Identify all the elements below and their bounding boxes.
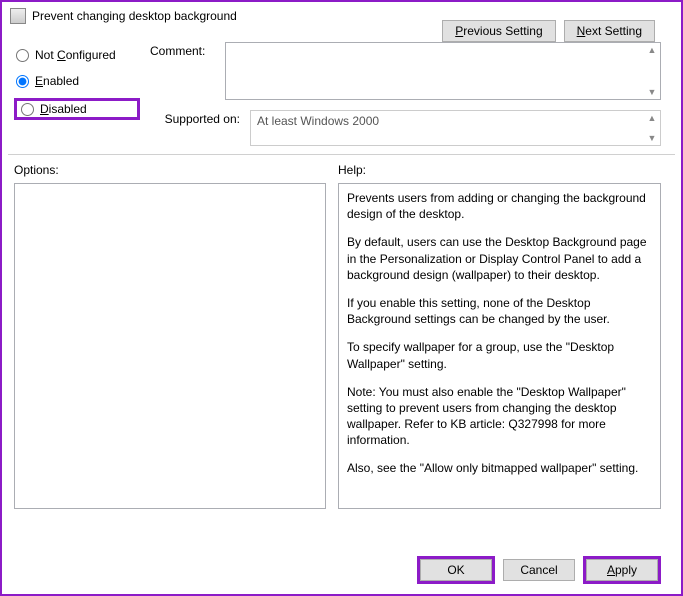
help-p2: By default, users can use the Desktop Ba… bbox=[347, 234, 652, 283]
highlight-apply: Apply bbox=[583, 556, 661, 584]
options-label: Options: bbox=[14, 161, 326, 179]
radio-enabled-label: Enabled bbox=[35, 74, 79, 88]
right-column: Comment: ▲ ▼ Supported on: At least Wind… bbox=[150, 42, 661, 146]
radio-disabled[interactable]: Disabled bbox=[21, 102, 133, 116]
policy-icon bbox=[10, 8, 26, 24]
radio-enabled-input[interactable] bbox=[16, 75, 29, 88]
ok-button[interactable]: OK bbox=[420, 559, 492, 581]
help-p6: Also, see the "Allow only bitmapped wall… bbox=[347, 460, 652, 476]
radio-not-configured-input[interactable] bbox=[16, 49, 29, 62]
scroll-up-icon[interactable]: ▲ bbox=[644, 43, 660, 57]
state-radio-group: Not Configured Enabled Disabled bbox=[14, 42, 140, 146]
supported-row: Supported on: At least Windows 2000 ▲ ▼ bbox=[150, 110, 661, 146]
radio-enabled[interactable]: Enabled bbox=[14, 72, 140, 90]
previous-setting-button[interactable]: Previous Setting bbox=[442, 20, 555, 42]
comment-label: Comment: bbox=[150, 42, 215, 100]
scroll-up-icon: ▲ bbox=[644, 111, 660, 125]
comment-textarea[interactable]: ▲ ▼ bbox=[225, 42, 661, 100]
radio-disabled-label: Disabled bbox=[40, 102, 87, 116]
help-column: Help: Prevents users from adding or chan… bbox=[338, 161, 661, 509]
supported-on-box: At least Windows 2000 ▲ ▼ bbox=[250, 110, 661, 146]
help-p3: If you enable this setting, none of the … bbox=[347, 295, 652, 327]
highlight-disabled: Disabled bbox=[14, 98, 140, 120]
nav-buttons: Previous Setting Next Setting bbox=[442, 20, 655, 42]
window-title: Prevent changing desktop background bbox=[32, 9, 237, 23]
comment-row: Comment: ▲ ▼ bbox=[150, 42, 661, 100]
options-column: Options: bbox=[14, 161, 326, 509]
highlight-ok: OK bbox=[417, 556, 495, 584]
radio-disabled-input[interactable] bbox=[21, 103, 34, 116]
help-p1: Prevents users from adding or changing t… bbox=[347, 190, 652, 222]
radio-not-configured-label: Not Configured bbox=[35, 48, 116, 62]
help-panel[interactable]: Prevents users from adding or changing t… bbox=[338, 183, 661, 509]
scroll-down-icon: ▼ bbox=[644, 131, 660, 145]
help-label: Help: bbox=[338, 161, 661, 179]
supported-scrollbar: ▲ ▼ bbox=[644, 111, 660, 145]
comment-scrollbar[interactable]: ▲ ▼ bbox=[644, 43, 660, 99]
radio-not-configured[interactable]: Not Configured bbox=[14, 46, 140, 64]
next-setting-button[interactable]: Next Setting bbox=[564, 20, 655, 42]
options-panel bbox=[14, 183, 326, 509]
apply-button[interactable]: Apply bbox=[586, 559, 658, 581]
lower-area: Options: Help: Prevents users from addin… bbox=[2, 155, 681, 509]
scroll-down-icon[interactable]: ▼ bbox=[644, 85, 660, 99]
cancel-button[interactable]: Cancel bbox=[503, 559, 575, 581]
help-p5: Note: You must also enable the "Desktop … bbox=[347, 384, 652, 449]
supported-on-value: At least Windows 2000 bbox=[257, 114, 379, 128]
upper-area: Not Configured Enabled Disabled Comment:… bbox=[2, 28, 681, 154]
help-p4: To specify wallpaper for a group, use th… bbox=[347, 339, 652, 371]
footer-buttons: OK Cancel Apply bbox=[417, 556, 661, 584]
supported-on-label: Supported on: bbox=[150, 110, 240, 146]
